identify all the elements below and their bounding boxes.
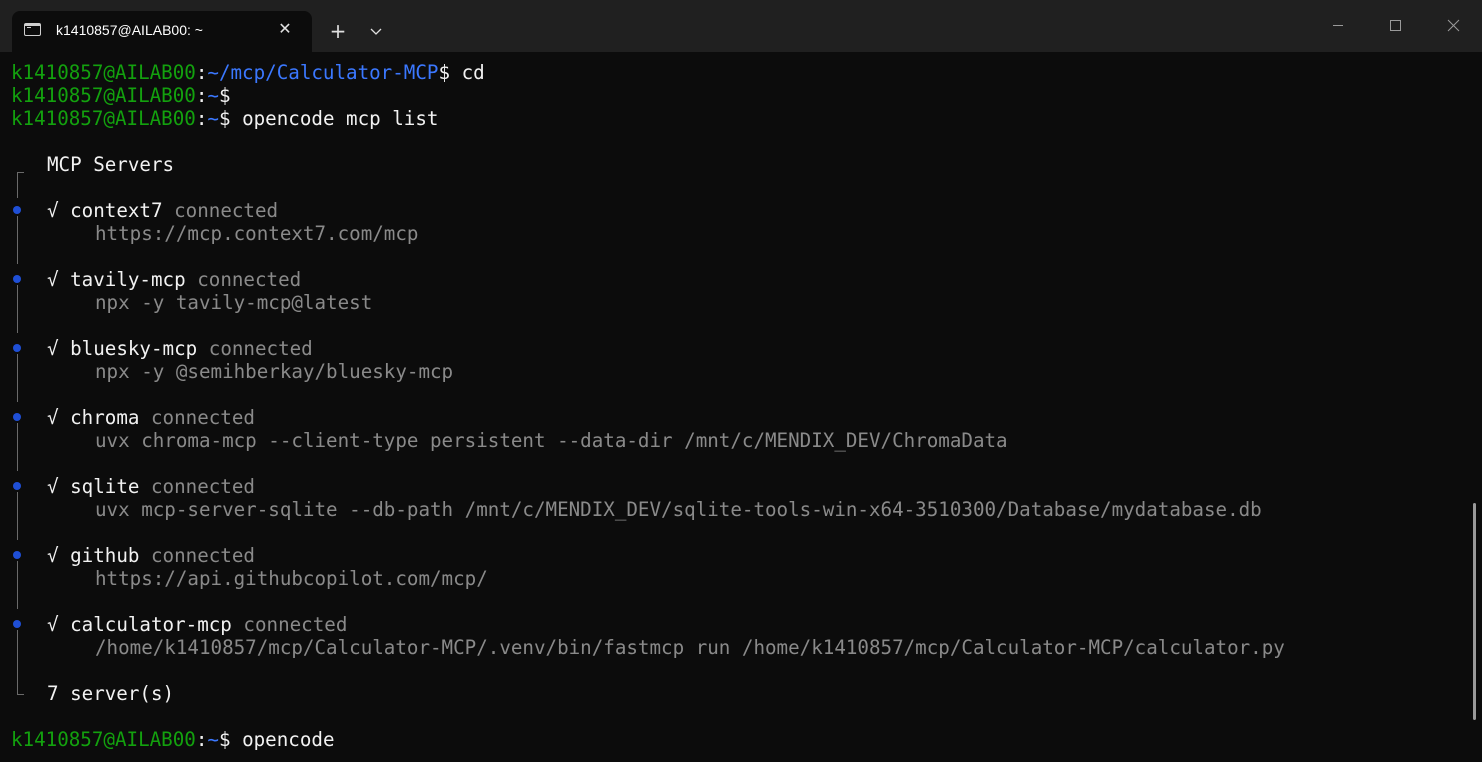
- maximize-button[interactable]: [1367, 0, 1425, 50]
- minimize-button[interactable]: [1309, 0, 1367, 50]
- new-tab-button[interactable]: +: [326, 19, 350, 43]
- bullet-icon: [13, 206, 21, 214]
- bullet-icon: [13, 482, 21, 490]
- server-detail: https://mcp.context7.com/mcp: [95, 222, 419, 245]
- bullet-icon: [13, 551, 21, 559]
- server-entry: √ bluesky-mcp connected: [47, 337, 313, 360]
- minimize-icon: [1333, 25, 1343, 26]
- server-detail: /home/k1410857/mcp/Calculator-MCP/.venv/…: [95, 636, 1285, 659]
- prompt-line: k1410857@AILAB00:~/mcp/Calculator-MCP$ c…: [11, 61, 485, 84]
- server-entry: √ github connected: [47, 544, 255, 567]
- current-prompt-line[interactable]: k1410857@AILAB00:~$ opencode: [11, 728, 335, 751]
- terminal-window: k1410857@AILAB00: ~ ✕ + k1410857@AILAB00…: [0, 0, 1482, 762]
- close-tab-button[interactable]: ✕: [276, 19, 294, 39]
- server-detail: uvx chroma-mcp --client-type persistent …: [95, 429, 1008, 452]
- tree-gutter: [0, 52, 40, 762]
- bullet-icon: [13, 275, 21, 283]
- scrollbar[interactable]: [1473, 503, 1476, 720]
- tree-line: [17, 492, 18, 540]
- server-detail: https://api.githubcopilot.com/mcp/: [95, 567, 488, 590]
- tree-line: [17, 423, 18, 471]
- server-detail: npx -y tavily-mcp@latest: [95, 291, 373, 314]
- list-header: MCP Servers: [47, 153, 175, 176]
- terminal-icon: [24, 23, 41, 36]
- tree-corner-bottom: [17, 694, 24, 695]
- server-entry: √ sqlite connected: [47, 475, 255, 498]
- prompt-line: k1410857@AILAB00:~$ opencode mcp list: [11, 107, 439, 130]
- title-bar[interactable]: k1410857@AILAB00: ~ ✕ +: [0, 0, 1482, 52]
- server-detail: uvx mcp-server-sqlite --db-path /mnt/c/M…: [95, 498, 1262, 521]
- server-detail: npx -y @semihberkay/bluesky-mcp: [95, 360, 454, 383]
- tree-line: [17, 285, 18, 333]
- tree-corner-top: [17, 172, 24, 173]
- close-window-button[interactable]: [1425, 0, 1482, 50]
- bullet-icon: [13, 344, 21, 352]
- tree-line: [17, 630, 18, 694]
- server-entry: √ chroma connected: [47, 406, 255, 429]
- tab-active[interactable]: k1410857@AILAB00: ~ ✕: [12, 11, 312, 52]
- close-icon: [1447, 19, 1460, 32]
- maximize-icon: [1390, 20, 1401, 31]
- tree-line: [17, 172, 18, 198]
- tree-line: [17, 561, 18, 609]
- server-entry: √ context7 connected: [47, 199, 279, 222]
- tab-title: k1410857@AILAB00: ~: [56, 22, 203, 38]
- bullet-icon: [13, 620, 21, 628]
- chevron-down-icon[interactable]: [364, 19, 388, 43]
- tree-line: [17, 216, 18, 264]
- bullet-icon: [13, 413, 21, 421]
- tree-line: [17, 354, 18, 402]
- server-entry: √ tavily-mcp connected: [47, 268, 302, 291]
- terminal-output[interactable]: k1410857@AILAB00:~/mcp/Calculator-MCP$ c…: [0, 52, 1482, 762]
- list-footer: 7 server(s): [47, 682, 175, 705]
- prompt-line: k1410857@AILAB00:~$: [11, 84, 231, 107]
- server-entry: √ calculator-mcp connected: [47, 613, 348, 636]
